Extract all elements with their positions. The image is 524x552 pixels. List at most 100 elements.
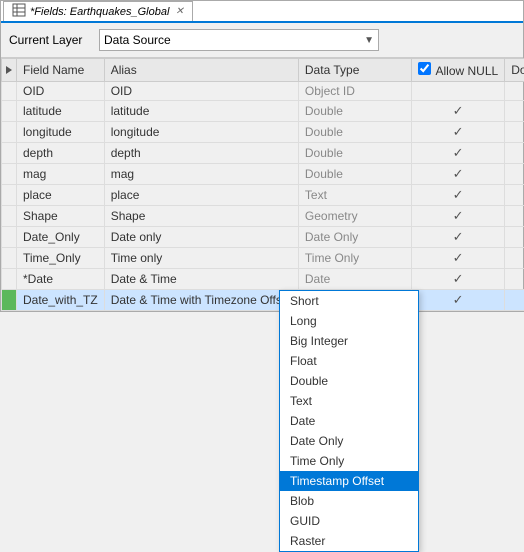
cell-field-name: Time_Only <box>17 248 105 269</box>
table-row: Date_with_TZDate & Time with Timezone Of… <box>2 290 524 311</box>
checkmark-icon: ✓ <box>453 271 464 286</box>
cell-domain <box>505 290 524 311</box>
cell-alias: Date only <box>104 227 298 248</box>
dropdown-item[interactable]: Long <box>280 311 418 331</box>
cell-data-type: Time Only <box>298 248 411 269</box>
cell-data-type: Text <box>298 185 411 206</box>
row-indicator <box>2 248 17 269</box>
dropdown-arrow-icon: ▼ <box>364 35 374 46</box>
dropdown-item[interactable]: Float <box>280 351 418 371</box>
cell-domain <box>505 101 524 122</box>
header-alias-label: Alias <box>111 63 137 77</box>
main-window: *Fields: Earthquakes_Global ✕ Current La… <box>0 0 524 312</box>
cell-data-type: Date Only <box>298 227 411 248</box>
tab-fields[interactable]: *Fields: Earthquakes_Global ✕ <box>3 1 193 21</box>
header-field-name-label: Field Name <box>23 63 84 77</box>
dropdown-item[interactable]: Text <box>280 391 418 411</box>
cell-field-name: mag <box>17 164 105 185</box>
dropdown-item[interactable]: Timestamp Offset <box>280 471 418 491</box>
cell-domain <box>505 206 524 227</box>
table-row: magmagDouble✓ <box>2 164 524 185</box>
dropdown-item[interactable]: Date Only <box>280 431 418 451</box>
dropdown-item[interactable]: Double <box>280 371 418 391</box>
dropdown-item[interactable]: Short <box>280 291 418 311</box>
row-indicator <box>2 164 17 185</box>
header-field-name[interactable]: Field Name <box>17 59 105 82</box>
table-row: OIDOIDObject ID <box>2 82 524 101</box>
checkmark-icon: ✓ <box>453 145 464 160</box>
header-domain-label: Domain <box>511 63 524 77</box>
cell-alias: Shape <box>104 206 298 227</box>
tab-icon <box>12 3 26 20</box>
checkmark-icon: ✓ <box>453 208 464 223</box>
cell-domain <box>505 227 524 248</box>
cell-domain <box>505 185 524 206</box>
cell-data-type: Double <box>298 122 411 143</box>
row-indicator <box>2 101 17 122</box>
cell-field-name: depth <box>17 143 105 164</box>
cell-field-name: longitude <box>17 122 105 143</box>
cell-field-name: Shape <box>17 206 105 227</box>
cell-domain <box>505 143 524 164</box>
cell-field-name: Date_with_TZ <box>17 290 105 311</box>
cell-alias: longitude <box>104 122 298 143</box>
checkmark-icon: ✓ <box>453 187 464 202</box>
cell-field-name: Date_Only <box>17 227 105 248</box>
checkmark-icon: ✓ <box>453 250 464 265</box>
table-row: depthdepthDouble✓ <box>2 143 524 164</box>
header-indicator <box>2 59 17 82</box>
cell-domain <box>505 82 524 101</box>
fields-table: Field Name Alias Data Type Allow NULL Do… <box>1 58 524 311</box>
tab-close-button[interactable]: ✕ <box>175 6 183 17</box>
cell-alias: latitude <box>104 101 298 122</box>
current-layer-value: Data Source <box>104 33 171 47</box>
cell-data-type: Geometry <box>298 206 411 227</box>
checkmark-icon: ✓ <box>453 124 464 139</box>
cell-data-type: Date <box>298 269 411 290</box>
cell-alias: mag <box>104 164 298 185</box>
dropdown-item[interactable]: Blob <box>280 491 418 511</box>
dropdown-item[interactable]: GUID <box>280 511 418 531</box>
table-row: longitudelongitudeDouble✓ <box>2 122 524 143</box>
header-alias: Alias <box>104 59 298 82</box>
row-indicator <box>2 290 17 311</box>
cell-allow-null: ✓ <box>411 122 504 143</box>
row-indicator <box>2 143 17 164</box>
row-indicator <box>2 269 17 290</box>
dropdown-item[interactable]: Date <box>280 411 418 431</box>
cell-allow-null: ✓ <box>411 143 504 164</box>
cell-allow-null: ✓ <box>411 206 504 227</box>
dropdown-item[interactable]: Raster <box>280 531 418 551</box>
cell-alias: depth <box>104 143 298 164</box>
header-allow-null: Allow NULL <box>411 59 504 82</box>
cell-alias: Time only <box>104 248 298 269</box>
cell-allow-null: ✓ <box>411 164 504 185</box>
cell-field-name: place <box>17 185 105 206</box>
cell-data-type: Object ID <box>298 82 411 101</box>
row-indicator <box>2 82 17 101</box>
cell-allow-null: ✓ <box>411 227 504 248</box>
cell-domain <box>505 269 524 290</box>
cell-allow-null: ✓ <box>411 290 504 311</box>
row-indicator <box>2 227 17 248</box>
cell-allow-null: ✓ <box>411 185 504 206</box>
row-indicator <box>2 185 17 206</box>
table-row: ShapeShapeGeometry✓ <box>2 206 524 227</box>
table-row: *DateDate & TimeDate✓ <box>2 269 524 290</box>
cell-alias: OID <box>104 82 298 101</box>
current-layer-dropdown[interactable]: Data Source ▼ <box>99 29 379 51</box>
cell-domain <box>505 248 524 269</box>
checkmark-icon: ✓ <box>453 229 464 244</box>
cell-data-type: Double <box>298 143 411 164</box>
header-domain: Domain <box>505 59 524 82</box>
fields-table-container: Field Name Alias Data Type Allow NULL Do… <box>1 58 523 311</box>
allow-null-header-checkbox[interactable] <box>418 62 431 75</box>
data-type-dropdown-popup: ShortLongBig IntegerFloatDoubleTextDateD… <box>279 290 419 552</box>
checkmark-icon: ✓ <box>453 166 464 181</box>
cell-field-name: latitude <box>17 101 105 122</box>
dropdown-item[interactable]: Big Integer <box>280 331 418 351</box>
header-data-type-label: Data Type <box>305 63 359 77</box>
checkmark-icon: ✓ <box>453 292 464 307</box>
dropdown-item[interactable]: Time Only <box>280 451 418 471</box>
tab-label: *Fields: Earthquakes_Global <box>30 6 169 18</box>
